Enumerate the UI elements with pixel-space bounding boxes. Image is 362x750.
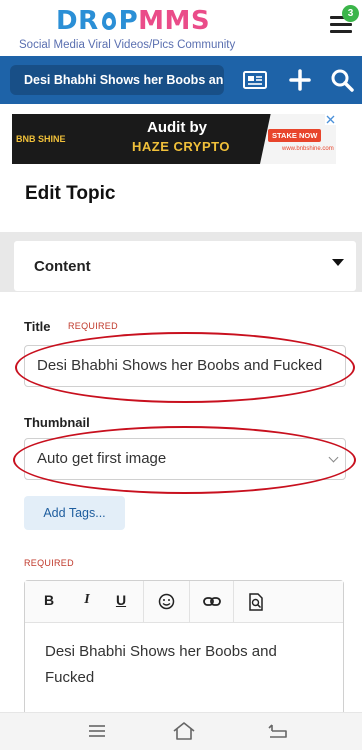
site-tagline: Social Media Viral Videos/Pics Community (19, 39, 236, 51)
page-title: Edit Topic (25, 183, 116, 204)
ad-close-icon[interactable] (325, 114, 336, 125)
logo-drop-icon (99, 10, 119, 32)
toolbar-divider (189, 581, 190, 623)
ad-headline: Audit by (147, 119, 207, 136)
breadcrumb[interactable]: Desi Bhabhi Shows her Boobs an... (10, 65, 224, 95)
ad-brand: BNB SHINE (16, 134, 66, 144)
ad-site-url: www.bnbshine.com (282, 146, 334, 152)
chevron-down-icon (328, 452, 339, 463)
editor-content[interactable]: Desi Bhabhi Shows her Boobs and Fucked (45, 639, 325, 691)
bold-button[interactable]: B (39, 592, 59, 608)
back-icon[interactable] (266, 721, 290, 741)
recent-apps-icon[interactable] (85, 721, 109, 741)
thumbnail-label: Thumbnail (24, 415, 90, 430)
ad-cta-button[interactable]: STAKE NOW (268, 129, 322, 142)
content-section-label: Content (34, 258, 91, 275)
logo-text-dr: DR (56, 6, 99, 36)
advertisement-banner[interactable]: BNB SHINE Audit by HAZE CRYPTO STAKE NOW… (12, 114, 336, 164)
site-header: DR PMMS Social Media Viral Videos/Pics Co… (0, 0, 362, 56)
logo-text-p: P (118, 6, 139, 36)
page: DR PMMS Social Media Viral Videos/Pics Co… (0, 0, 362, 750)
editor-toolbar: B I U (25, 581, 343, 623)
reader-view-icon[interactable] (241, 66, 269, 94)
underline-button[interactable]: U (111, 592, 131, 608)
ad-sponsor: HAZE CRYPTO (132, 139, 230, 154)
system-navigation-bar (0, 712, 362, 750)
title-required-badge: REQUIRED (68, 321, 118, 331)
italic-button[interactable]: I (77, 592, 97, 608)
emoji-icon[interactable] (158, 593, 175, 610)
thumbnail-select[interactable]: Auto get first image (24, 438, 346, 480)
preview-icon[interactable] (248, 593, 264, 611)
caret-down-icon[interactable] (332, 259, 344, 266)
thumbnail-selected-value: Auto get first image (37, 450, 167, 467)
notification-badge[interactable]: 3 (342, 5, 359, 22)
top-navigation-bar: Desi Bhabhi Shows her Boobs an... (0, 56, 362, 104)
add-tags-button[interactable]: Add Tags... (24, 496, 125, 530)
create-plus-icon[interactable] (286, 66, 314, 94)
toolbar-divider (143, 581, 144, 623)
logo-text-mms: MMS (138, 6, 211, 36)
title-label: Title (24, 319, 51, 334)
content-section-header[interactable]: Content (14, 241, 356, 291)
body-required-badge: REQUIRED (24, 558, 74, 568)
site-logo[interactable]: DR PMMS (56, 6, 210, 36)
title-input[interactable]: Desi Bhabhi Shows her Boobs and Fucked (24, 345, 346, 387)
home-icon[interactable] (172, 721, 196, 741)
toolbar-divider (233, 581, 234, 623)
link-icon[interactable] (203, 595, 221, 608)
search-icon[interactable] (328, 66, 356, 94)
